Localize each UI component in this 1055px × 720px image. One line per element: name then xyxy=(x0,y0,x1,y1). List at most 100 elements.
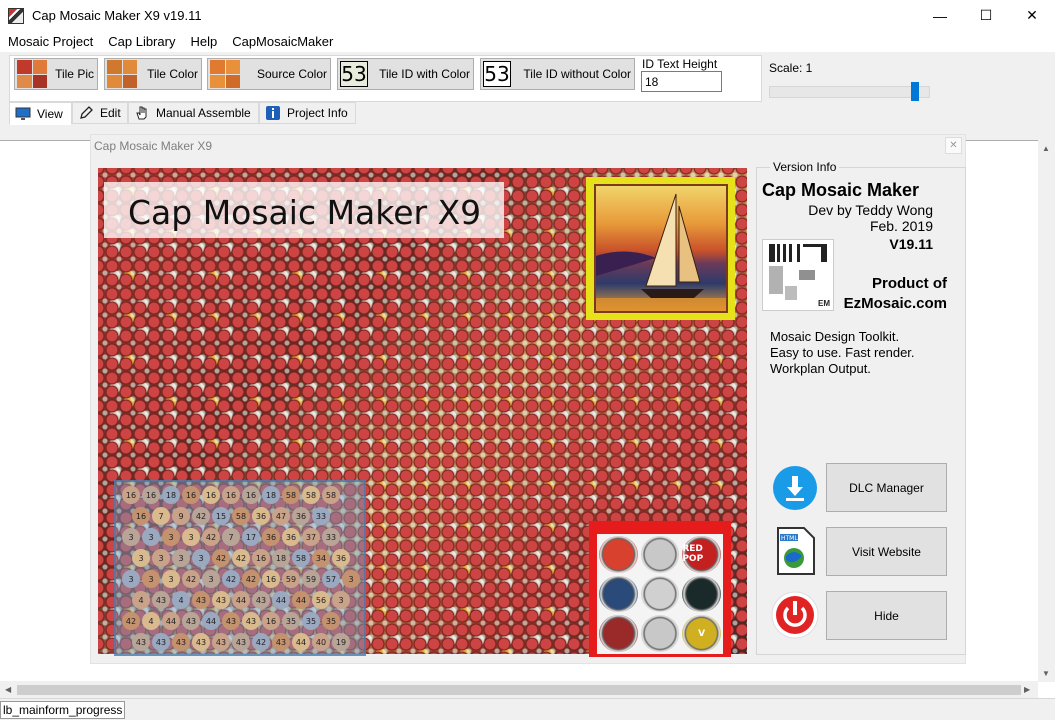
tile-id-cell: 56 xyxy=(312,591,330,609)
tile-id-cell: 34 xyxy=(312,549,330,567)
scroll-right-icon[interactable]: ▶ xyxy=(1024,685,1030,694)
tile-id-without-color-button[interactable]: 53 Tile ID without Color xyxy=(480,58,635,90)
scroll-up-icon[interactable]: ▲ xyxy=(1042,144,1050,153)
tile-id-cell: 4 xyxy=(132,591,150,609)
menu-capmosaicmaker[interactable]: CapMosaicMaker xyxy=(224,32,340,51)
about-close-button[interactable]: ✕ xyxy=(945,137,962,154)
tile-pic-swatch-icon xyxy=(17,60,47,88)
scale-label: Scale: 1 xyxy=(769,61,813,75)
release-date: Feb. 2019 xyxy=(869,218,933,234)
download-icon[interactable] xyxy=(771,464,819,512)
dlc-manager-button[interactable]: DLC Manager xyxy=(826,463,947,512)
source-color-label: Source Color xyxy=(256,67,327,81)
tile-id-cell: 58 xyxy=(302,486,320,504)
tile-id-cell: 16 xyxy=(262,612,280,630)
tab-view[interactable]: View xyxy=(9,102,72,125)
tile-id-cell: 16 xyxy=(262,570,280,588)
tile-id-cell: 16 xyxy=(252,549,270,567)
menu-mosaic-project[interactable]: Mosaic Project xyxy=(0,32,100,51)
source-color-swatch-icon xyxy=(210,60,240,88)
tab-project-info-label: Project Info xyxy=(287,106,348,120)
tile-id-cell: 43 xyxy=(152,591,170,609)
tile-id-cell: 43 xyxy=(132,633,150,651)
tile-id-cell: 19 xyxy=(332,633,350,651)
tile-id-cell: 3 xyxy=(332,591,350,609)
tile-id-cell: 58 xyxy=(292,549,310,567)
tile-id-cell: 18 xyxy=(162,486,180,504)
description-line-1: Mosaic Design Toolkit. xyxy=(770,329,900,344)
tile-id-cell: 18 xyxy=(262,486,280,504)
scroll-down-icon[interactable]: ▼ xyxy=(1042,669,1050,678)
tile-id-cell: 44 xyxy=(232,591,250,609)
tile-id-cell: 58 xyxy=(282,486,300,504)
version-number: V19.11 xyxy=(889,236,933,252)
tile-id-cell: 7 xyxy=(152,507,170,525)
tile-color-button[interactable]: Tile Color xyxy=(104,58,202,90)
tab-edit[interactable]: Edit xyxy=(72,102,128,124)
app-logo-icon xyxy=(8,7,24,24)
scale-slider-track[interactable] xyxy=(769,86,930,98)
id-text-height-label: ID Text Height xyxy=(642,57,718,71)
id-text-height-input[interactable] xyxy=(641,71,722,92)
horizontal-scrollbar[interactable]: ◀ ▶ xyxy=(0,681,1038,698)
id-with-color-sample-icon: 53 xyxy=(340,61,368,87)
tab-project-info[interactable]: Project Info xyxy=(259,102,356,124)
red-pop-cap-icon: RED POP xyxy=(682,536,721,573)
horizontal-scroll-thumb[interactable] xyxy=(17,685,1021,695)
tile-id-cell: 3 xyxy=(192,549,210,567)
power-icon[interactable] xyxy=(771,591,819,639)
tile-id-cell: 42 xyxy=(242,570,260,588)
menu-cap-library[interactable]: Cap Library xyxy=(100,32,182,51)
tile-id-cell: 3 xyxy=(152,549,170,567)
visit-website-button[interactable]: Visit Website xyxy=(826,527,947,576)
owl-cap-icon xyxy=(599,536,638,573)
developer-credit: Dev by Teddy Wong xyxy=(808,202,933,218)
tile-id-cell: 43 xyxy=(212,633,230,651)
tile-id-cell: 3 xyxy=(182,528,200,546)
window-title: Cap Mosaic Maker X9 v19.11 xyxy=(32,8,202,23)
pencil-icon xyxy=(78,105,94,121)
tile-color-label: Tile Color xyxy=(147,67,198,81)
tab-manual-assemble-label: Manual Assemble xyxy=(156,106,251,120)
tile-id-cell: 42 xyxy=(192,507,210,525)
html-globe-icon[interactable]: HTML xyxy=(771,527,819,575)
tile-id-cell: 58 xyxy=(322,486,340,504)
tile-pic-button[interactable]: Tile Pic xyxy=(14,58,98,90)
tile-id-cell: 9 xyxy=(172,507,190,525)
tile-pic-label: Tile Pic xyxy=(55,67,94,81)
tile-id-cell: 3 xyxy=(122,570,140,588)
tile-id-cell: 43 xyxy=(272,633,290,651)
tile-id-cell: 36 xyxy=(252,507,270,525)
maximize-button[interactable]: ☐ xyxy=(963,0,1009,31)
scale-slider-thumb[interactable] xyxy=(911,82,919,101)
tile-id-cell: 43 xyxy=(232,633,250,651)
tile-id-row: 4 43 4 43 43 44 43 44 44 56 3 xyxy=(132,591,352,609)
gold-v-cap-icon: V xyxy=(682,615,721,652)
tile-id-cell: 16 xyxy=(202,486,220,504)
about-window-title: Cap Mosaic Maker X9 xyxy=(94,139,213,153)
tile-id-cell: 4 xyxy=(172,591,190,609)
close-button[interactable]: ✕ xyxy=(1009,0,1055,31)
source-color-button[interactable]: Source Color xyxy=(207,58,331,90)
description-line-3: Workplan Output. xyxy=(770,361,871,376)
tile-id-cell: 36 xyxy=(332,549,350,567)
tile-id-cell: 44 xyxy=(162,612,180,630)
cap-samples-grid: RED POP V xyxy=(597,534,723,654)
menu-help[interactable]: Help xyxy=(182,32,224,51)
tile-id-cell: 42 xyxy=(222,570,240,588)
minimize-button[interactable]: — xyxy=(917,0,963,31)
tile-id-with-color-button[interactable]: 53 Tile ID with Color xyxy=(337,58,474,90)
vertical-scrollbar[interactable]: ▲ ▼ xyxy=(1038,140,1055,682)
tile-id-cell: 42 xyxy=(122,612,140,630)
hide-button[interactable]: Hide xyxy=(826,591,947,640)
version-info-legend: Version Info xyxy=(770,160,840,174)
tile-id-row: 42 4 44 43 44 43 43 16 35 35 35 xyxy=(122,612,342,630)
tile-id-cell: 16 xyxy=(222,486,240,504)
tile-id-cell: 35 xyxy=(302,612,320,630)
tab-manual-assemble[interactable]: Manual Assemble xyxy=(128,102,259,124)
tile-id-cell: 37 xyxy=(302,528,320,546)
tile-id-cell: 43 xyxy=(192,633,210,651)
tile-id-cell: 43 xyxy=(152,633,170,651)
info-icon xyxy=(265,105,281,121)
scroll-left-icon[interactable]: ◀ xyxy=(5,685,11,694)
